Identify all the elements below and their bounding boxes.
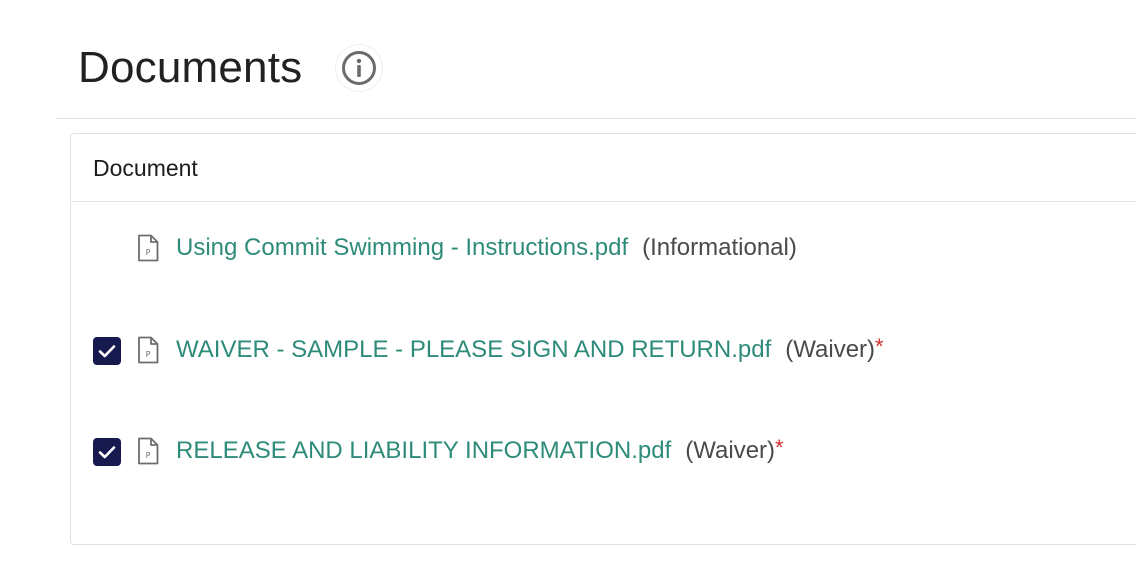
page-header: Documents [56,0,1136,119]
table-row: P WAIVER - SAMPLE - PLEASE SIGN AND RETU… [71,332,1071,372]
pdf-file-icon: P [138,336,159,364]
document-link[interactable]: WAIVER - SAMPLE - PLEASE SIGN AND RETURN… [176,336,771,363]
checkmark-icon [98,446,116,459]
required-marker: * [775,435,784,460]
table-row: P RELEASE AND LIABILITY INFORMATION.pdf (… [71,433,1071,473]
document-checkbox[interactable] [93,337,121,365]
svg-text:P: P [146,451,151,460]
table-header: Document [71,134,1136,202]
info-button[interactable] [336,45,382,91]
document-type: (Waiver) [685,437,776,464]
column-header-document: Document [93,155,198,181]
svg-text:P: P [146,248,151,257]
required-marker: * [875,334,884,359]
page-title: Documents [78,43,303,92]
table-row: P Using Commit Swimming - Instructions.p… [71,230,1071,270]
document-line: WAIVER - SAMPLE - PLEASE SIGN AND RETURN… [176,334,884,366]
checkmark-icon [98,345,116,358]
document-link[interactable]: Using Commit Swimming - Instructions.pdf [176,234,628,261]
pdf-file-icon: P [138,234,159,262]
document-link[interactable]: RELEASE AND LIABILITY INFORMATION.pdf [176,437,671,464]
document-type: (Informational) [642,234,797,261]
document-checkbox[interactable] [93,438,121,466]
document-type: (Waiver) [785,336,876,363]
info-circle-icon [342,51,376,85]
document-line: Using Commit Swimming - Instructions.pdf… [176,232,797,264]
svg-text:P: P [146,350,151,359]
documents-table: Document P Using Commit Swimming - Instr… [70,133,1136,545]
document-line: RELEASE AND LIABILITY INFORMATION.pdf (Wa… [176,435,784,467]
pdf-file-icon: P [138,437,159,465]
